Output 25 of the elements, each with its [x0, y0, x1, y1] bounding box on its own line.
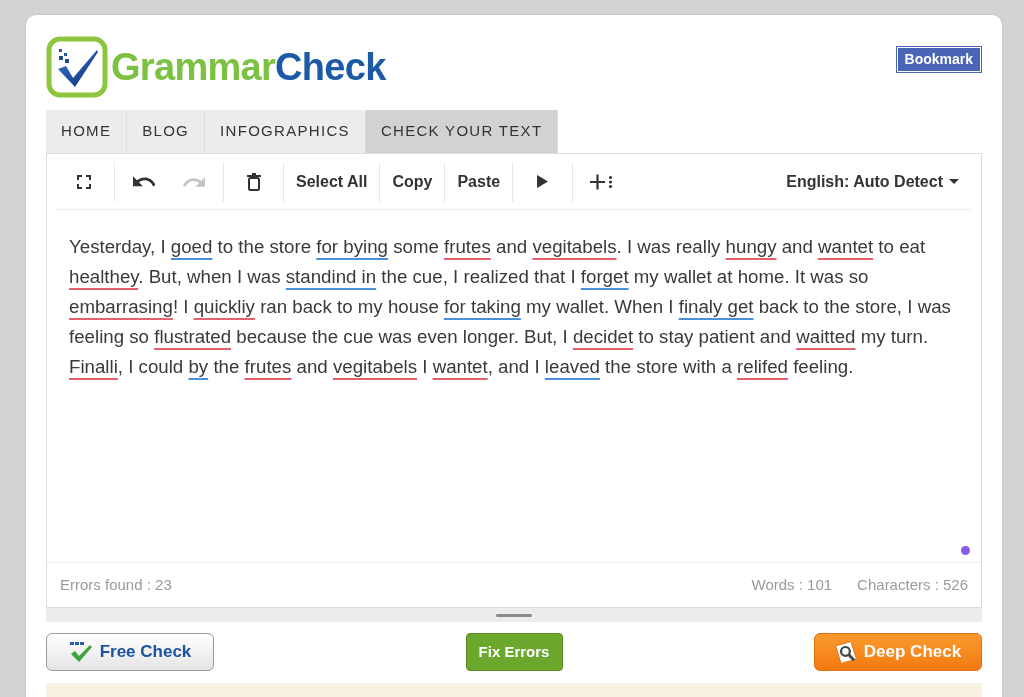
toolbar-text-button[interactable]: Select All: [284, 161, 380, 202]
nav-tab[interactable]: CHECK YOUR TEXT: [365, 110, 559, 153]
fullscreen-icon: [77, 174, 91, 189]
trash-icon: [246, 172, 261, 191]
word-count: Words : 101: [751, 574, 833, 595]
magnifier-document-icon: [834, 640, 857, 664]
nav-tab[interactable]: BLOG: [127, 110, 206, 153]
toolbar-text-button[interactable]: Paste: [445, 161, 513, 202]
play-icon: [537, 175, 549, 188]
character-count: Characters : 526: [857, 574, 968, 595]
caret-icon: [949, 179, 959, 184]
undo-icon: [133, 176, 155, 187]
errors-found-count: Errors found : 23: [60, 574, 172, 595]
nav-tab[interactable]: HOME: [46, 110, 128, 153]
logo-text: GrammarCheck: [111, 48, 386, 86]
language-dropdown[interactable]: English: Auto Detect: [786, 161, 959, 202]
check-action-button[interactable]: Free Check: [46, 633, 214, 671]
essay-text: Yesterday, I goed to the store for bying some frutes and vegitabels. I was really hungy and wantet to eat healthey. But, when I was standind in the cue, I realized that I forget my wallet at home. It was so embarrasing! I quickliy ran back to my house for taking my wallet. When I finaly get back to the store, I was feeling so flustrated because the cue was even longer. But, I decidet to stay patient and waitted my turn. Finalli, I could by the frutes and vegitabels I wantet, and I leaved the store with a relifed feeling.: [69, 235, 952, 379]
add-more-icon: [590, 173, 615, 190]
redo-icon: [183, 176, 205, 187]
check-icon: [68, 641, 93, 663]
nav-tab[interactable]: INFOGRAPHICS: [205, 110, 366, 153]
toolbar-text-button[interactable]: Copy: [380, 161, 445, 202]
logo-check-icon: [46, 36, 108, 98]
bookmark-button[interactable]: Bookmark: [895, 46, 982, 73]
